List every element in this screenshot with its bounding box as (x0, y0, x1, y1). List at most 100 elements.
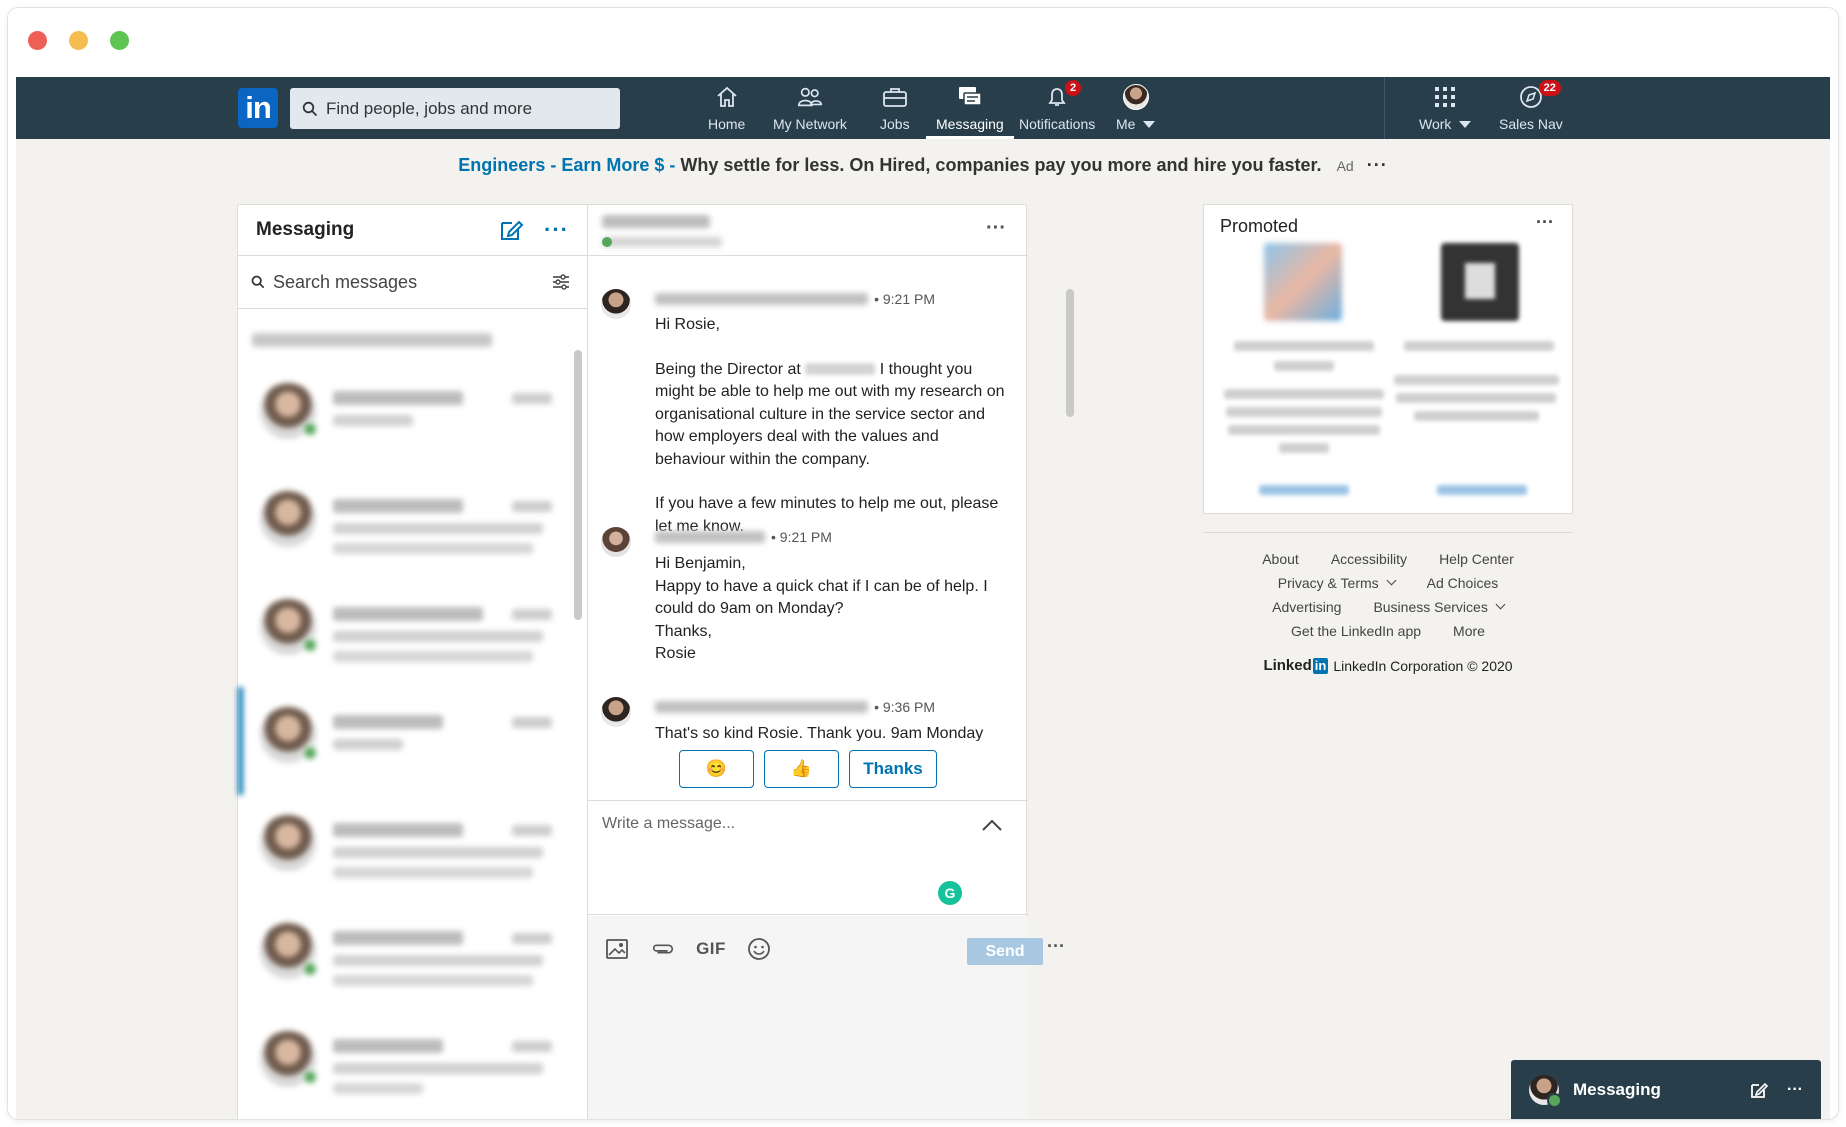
messaging-title: Messaging (256, 219, 355, 240)
footer-accessibility[interactable]: Accessibility (1331, 551, 1407, 567)
quick-reply-thanks[interactable]: Thanks (849, 750, 937, 788)
footer-ad-choices[interactable]: Ad Choices (1427, 575, 1499, 591)
conversation-more-button[interactable]: ··· (986, 217, 1006, 240)
copyright: LinkedIn Corporation © 2020 (1333, 657, 1513, 674)
linkedin-logo[interactable]: in (238, 88, 278, 128)
message-search[interactable] (238, 256, 587, 309)
footer-about[interactable]: About (1262, 551, 1299, 567)
global-search[interactable] (290, 88, 620, 129)
contact-name-redacted[interactable] (602, 215, 710, 228)
message-search-input[interactable] (273, 271, 533, 293)
compose-icon[interactable] (1749, 1080, 1769, 1100)
avatar (260, 1031, 318, 1087)
promoted-more-button[interactable]: ··· (1536, 212, 1554, 233)
compose-icon[interactable] (498, 217, 524, 243)
nav-home[interactable]: Home (708, 83, 745, 139)
nav-me[interactable]: Me (1116, 83, 1156, 139)
message-thread: • 9:21 PM Hi Rosie, Being the Director a… (588, 257, 1028, 741)
chevron-down-icon (1495, 599, 1506, 610)
message-time: • 9:21 PM (874, 291, 935, 307)
search-icon (251, 275, 265, 289)
conversation-header: ··· (588, 205, 1028, 256)
footer-get-app[interactable]: Get the LinkedIn app (1291, 623, 1421, 639)
footer-help-center[interactable]: Help Center (1439, 551, 1514, 567)
gif-button[interactable]: GIF (696, 936, 725, 962)
filter-icon[interactable] (551, 272, 571, 292)
messaging-dock[interactable]: Messaging ··· (1511, 1060, 1821, 1119)
promoted-title: Promoted (1220, 216, 1299, 236)
avatar (260, 383, 318, 439)
maximize-window-button[interactable] (110, 31, 129, 50)
conversation-item[interactable] (238, 795, 574, 903)
conversation-item[interactable] (238, 579, 574, 687)
ad-banner: Engineers - Earn More $ - Why settle for… (16, 155, 1830, 176)
avatar (260, 815, 316, 871)
ad-text[interactable]: Why settle for less. On Hired, companies… (680, 155, 1321, 175)
quick-reply-thumbs-up[interactable]: 👍 (764, 750, 839, 788)
nav-my-network-label: My Network (773, 116, 847, 132)
image-icon[interactable] (604, 936, 630, 962)
nav-messaging[interactable]: Messaging (926, 83, 1014, 139)
sender-name-redacted[interactable] (655, 531, 765, 543)
avatar[interactable] (601, 697, 631, 727)
avatar[interactable] (601, 527, 631, 557)
compass-icon: 22 (1517, 80, 1561, 111)
messaging-card: Messaging ··· Search messages ··· • 9:21… (237, 204, 1074, 1119)
promoted-learn-more-link[interactable] (1437, 485, 1527, 495)
sender-name-redacted[interactable] (655, 701, 869, 713)
ad-link[interactable]: Engineers - Earn More $ - (458, 155, 675, 175)
quick-reply-smile[interactable]: 😊 (679, 750, 754, 788)
dock-more-button[interactable]: ··· (1787, 1081, 1803, 1099)
footer-business-services[interactable]: Business Services (1373, 599, 1506, 615)
conversation-item[interactable] (238, 903, 574, 1011)
brand-wordmark: Linked (1263, 657, 1312, 674)
message-time: • 9:36 PM (874, 699, 935, 715)
conversation-list-scrollbar[interactable] (574, 350, 582, 620)
contact-status-redacted (602, 237, 722, 247)
message-time: • 9:21 PM (771, 529, 832, 545)
grammarly-icon[interactable]: G (938, 881, 962, 905)
nav-jobs[interactable]: Jobs (880, 83, 910, 139)
sender-name-redacted[interactable] (655, 293, 869, 305)
messaging-more-button[interactable]: ··· (544, 217, 569, 243)
message-body: That's so kind Rosie. Thank you. 9am Mon… (655, 723, 1005, 741)
footer-advertising[interactable]: Advertising (1272, 599, 1341, 615)
window-titlebar (8, 8, 1838, 77)
nav-sales-nav-label: Sales Nav (1499, 116, 1563, 132)
nav-my-network[interactable]: My Network (773, 83, 847, 139)
global-search-input[interactable] (326, 98, 606, 119)
conversation-item[interactable] (238, 363, 574, 471)
promoted-learn-more-link[interactable] (1259, 485, 1349, 495)
avatar[interactable] (601, 289, 631, 319)
footer-privacy-terms[interactable]: Privacy & Terms (1278, 575, 1397, 591)
conversation-list-pane: Messaging ··· (238, 205, 588, 1119)
nav-work[interactable]: Work (1419, 83, 1472, 139)
ad-more-button[interactable]: ··· (1367, 155, 1388, 175)
message-input[interactable] (602, 815, 982, 875)
me-avatar (1122, 83, 1150, 111)
nav-notifications[interactable]: 2 Notifications (1019, 80, 1095, 139)
conversation-item[interactable] (238, 471, 574, 579)
send-button[interactable]: Send (967, 938, 1043, 965)
conversation-item[interactable] (238, 1011, 574, 1119)
bell-icon: 2 (1043, 80, 1082, 111)
page-footer: About Accessibility Help Center Privacy … (1203, 547, 1573, 674)
promoted-ad-image[interactable] (1264, 243, 1342, 321)
close-window-button[interactable] (28, 31, 47, 50)
linkedin-app: in Home My Network Jobs Messaging (16, 77, 1830, 1119)
thread-scrollbar[interactable] (1066, 289, 1074, 417)
conversation-item-selected[interactable] (238, 687, 574, 795)
avatar (260, 599, 318, 655)
nav-sales-nav[interactable]: 22 Sales Nav (1499, 80, 1563, 139)
inbox-selector-redacted[interactable] (252, 333, 492, 347)
composer-more-button[interactable]: ··· (1047, 936, 1065, 957)
emoji-icon[interactable] (746, 936, 772, 962)
nav-home-label: Home (708, 116, 746, 132)
minimize-window-button[interactable] (69, 31, 88, 50)
browser-window: in Home My Network Jobs Messaging (8, 8, 1838, 1119)
chevron-up-icon[interactable] (980, 817, 1004, 833)
footer-more[interactable]: More (1453, 623, 1485, 639)
attachment-icon[interactable] (650, 936, 676, 962)
promoted-ad-image[interactable] (1441, 243, 1519, 321)
nav-work-label: Work (1419, 116, 1452, 132)
